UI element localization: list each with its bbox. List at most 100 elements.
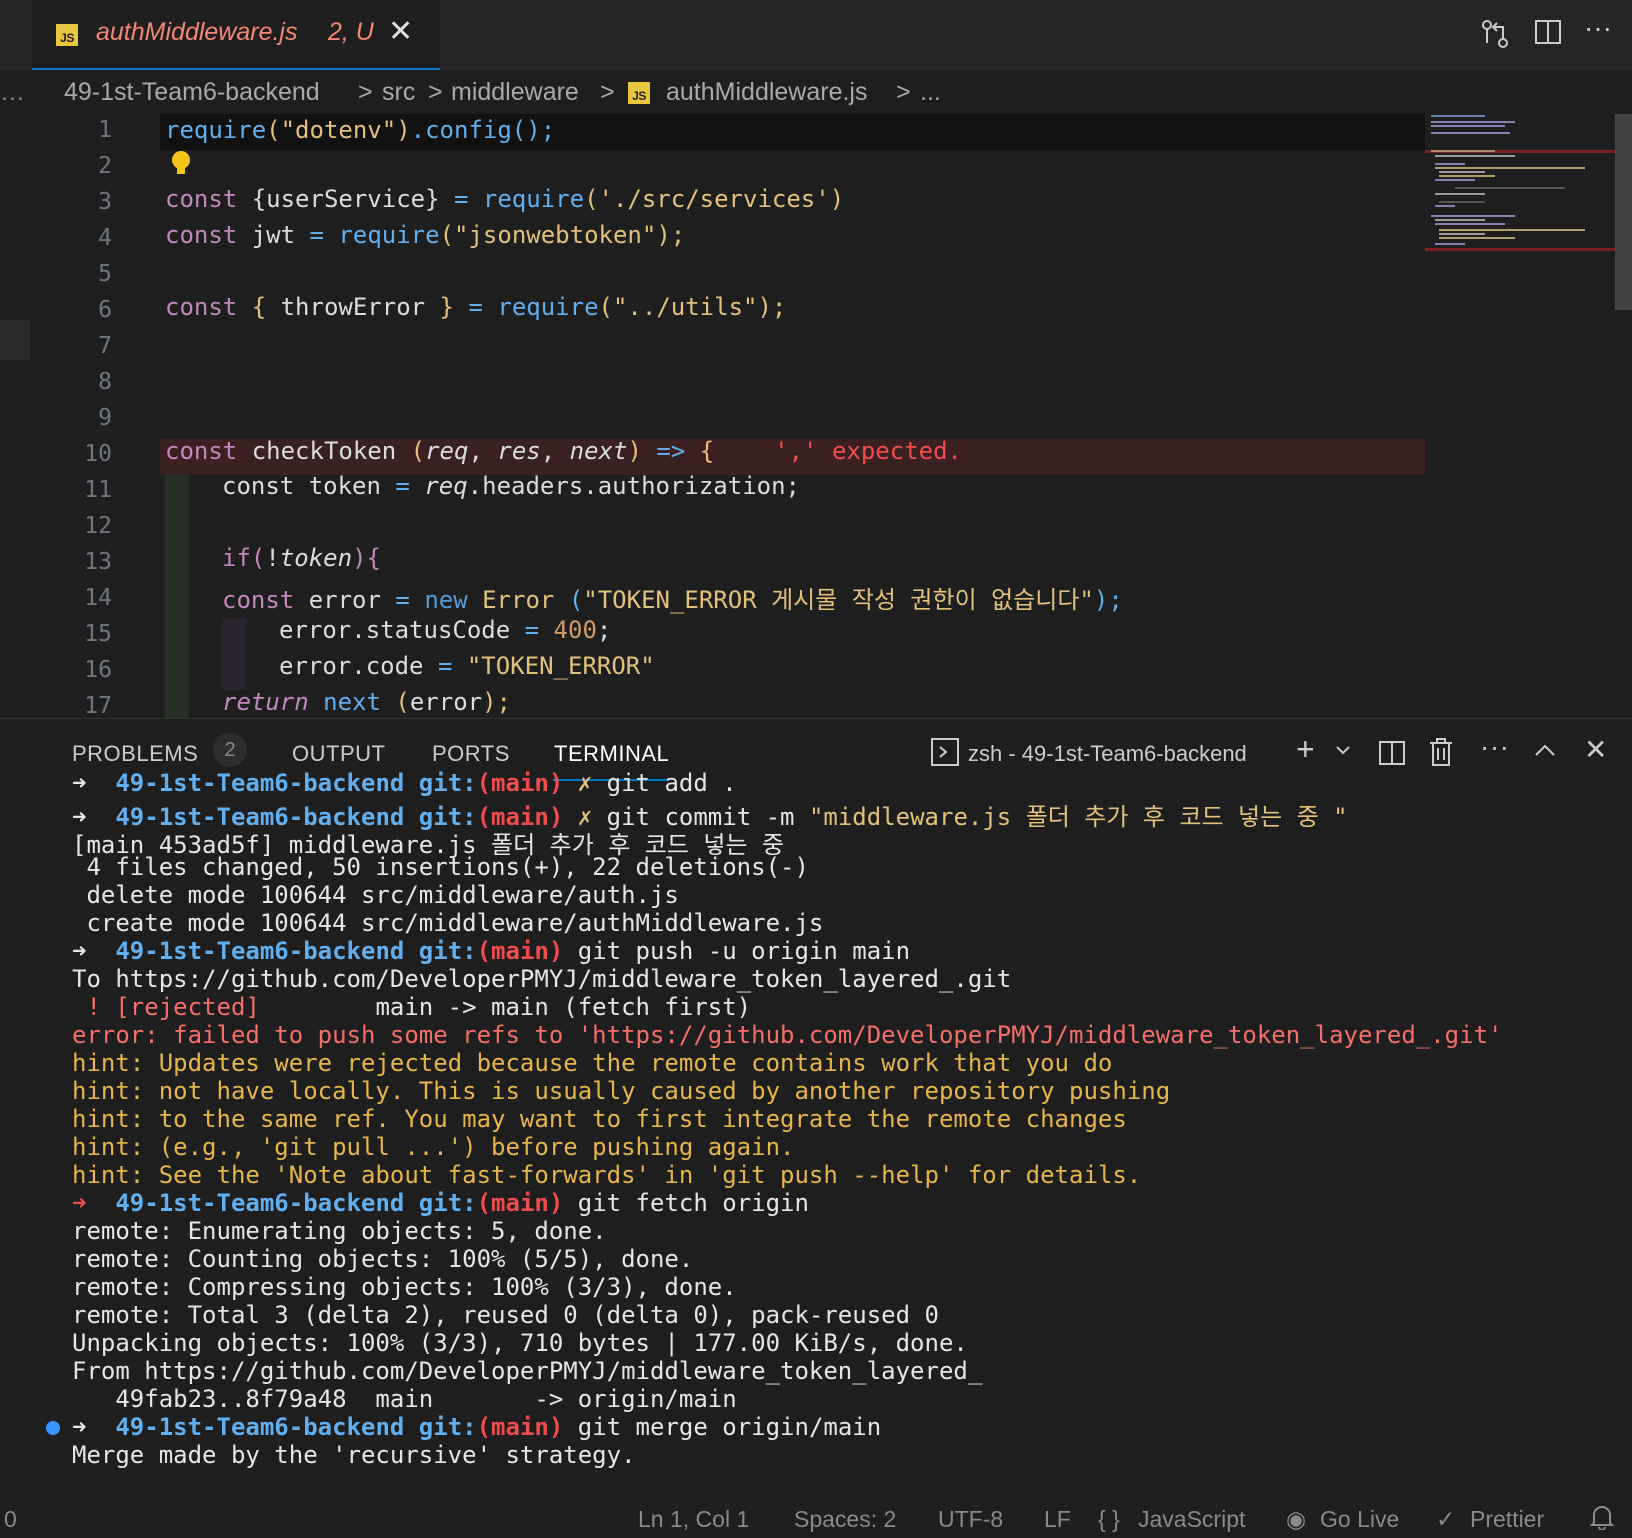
code-line-1: require("dotenv").config(); — [165, 116, 555, 144]
prompt-git: git: — [418, 1413, 477, 1441]
code-editor[interactable]: 1 2 3 4 5 6 7 8 9 10 11 12 13 14 15 16 1… — [0, 114, 1632, 718]
lightbulb-icon[interactable] — [170, 150, 192, 185]
javascript-file-icon: JS — [56, 24, 78, 46]
prompt-git: git: — [418, 937, 477, 965]
status-eol[interactable]: LF — [1044, 1506, 1071, 1533]
code-token: = — [380, 472, 425, 500]
code-token: { — [251, 293, 281, 321]
terminal-line: ➜ 49-1st-Team6-backend git:(main) git fe… — [72, 1189, 809, 1217]
code-token: { — [699, 437, 715, 465]
source-control-compare-icon[interactable] — [1480, 18, 1510, 57]
code-line-17: return next (error); — [222, 688, 511, 716]
code-token: "TOKEN_ERROR 게시물 작성 권한이 없습니다" — [583, 586, 1094, 614]
line-number: 3 — [98, 189, 112, 215]
braces-icon: { } — [1098, 1506, 1120, 1532]
code-token: = — [454, 293, 498, 321]
code-token: new — [424, 586, 483, 614]
bottom-panel: PROBLEMS 2 OUTPUT PORTS TERMINAL zsh - 4… — [0, 718, 1632, 1501]
tab-terminal[interactable]: TERMINAL — [554, 741, 669, 767]
more-actions-icon[interactable]: ··· — [1480, 731, 1509, 763]
line-number: 13 — [84, 549, 112, 575]
code-token: error — [308, 586, 381, 614]
bell-icon[interactable] — [1589, 1504, 1615, 1536]
terminal-hint: hint: Updates were rejected because the … — [72, 1049, 1113, 1077]
code-token: } — [425, 293, 455, 321]
code-token: ); — [1093, 586, 1123, 614]
terminal-command: git push -u origin main — [577, 937, 911, 965]
breadcrumb-root[interactable]: 49-1st-Team6-backend — [64, 78, 320, 107]
close-panel-icon[interactable]: ✕ — [1584, 733, 1608, 766]
status-ports-count[interactable]: 0 — [4, 1506, 17, 1533]
prompt-arrow: ➜ — [72, 769, 87, 797]
line-number: 17 — [84, 693, 112, 718]
prompt-git: git: — [418, 1189, 477, 1217]
terminal-command-string: "middleware.js 폴더 추가 후 코드 넣는 중 " — [808, 803, 1348, 831]
code-token: => — [656, 437, 700, 465]
terminal-output: remote: Counting objects: 100% (5/5), do… — [72, 1245, 694, 1273]
scrollbar[interactable] — [1615, 114, 1632, 310]
code-token: = — [380, 586, 425, 614]
line-number: 14 — [84, 585, 112, 611]
breadcrumb-file[interactable]: authMiddleware.js — [666, 78, 868, 107]
code-token: ( — [250, 544, 266, 572]
terminal-output: To https://github.com/DeveloperPMYJ/midd… — [72, 965, 1012, 993]
terminal-output: Unpacking objects: 100% (3/3), 710 bytes… — [72, 1329, 968, 1357]
more-actions-icon[interactable]: ··· — [1584, 12, 1612, 44]
breadcrumb-more[interactable]: ... — [920, 78, 941, 107]
broadcast-icon: ◉ — [1286, 1506, 1307, 1532]
breadcrumb-middleware[interactable]: middleware — [451, 78, 579, 107]
terminal-output: create mode 100644 src/middleware/authMi… — [72, 909, 824, 937]
code-token: const — [165, 221, 252, 249]
status-go-live[interactable]: Go Live — [1320, 1506, 1399, 1533]
terminal-command: git fetch origin — [577, 1189, 809, 1217]
indent-guide — [165, 475, 189, 718]
code-token: throwError — [280, 293, 426, 321]
chevron-down-icon[interactable] — [1334, 739, 1352, 765]
editor-tab-authmiddleware[interactable]: JS authMiddleware.js 2, U ✕ — [32, 0, 440, 70]
maximize-panel-icon[interactable] — [1534, 739, 1556, 765]
code-line-4: const jwt = require("jsonwebtoken"); — [165, 221, 685, 249]
prompt-branch: (main) — [476, 1413, 564, 1441]
prompt-dir: 49-1st-Team6-backend — [115, 937, 405, 965]
line-number: 4 — [98, 225, 112, 251]
prompt-dir: 49-1st-Team6-backend — [115, 1413, 405, 1441]
gutter-marker — [0, 320, 30, 360]
code-token: const — [222, 586, 309, 614]
close-icon[interactable]: ✕ — [388, 14, 413, 49]
terminal-output: remote: Total 3 (delta 2), reused 0 (del… — [72, 1301, 939, 1329]
code-token: return — [222, 688, 324, 716]
tab-output[interactable]: OUTPUT — [292, 741, 385, 767]
terminal-shell-label[interactable]: zsh - 49-1st-Team6-backend — [968, 741, 1247, 767]
code-line-14: const error = new Error ("TOKEN_ERROR 게시… — [222, 580, 1123, 615]
breadcrumb: … 49-1st-Team6-backend > src > middlewar… — [0, 70, 1632, 114]
code-token: ){ — [352, 544, 381, 572]
code-token: req — [424, 472, 468, 500]
status-prettier[interactable]: Prettier — [1470, 1506, 1544, 1533]
code-line-16: error.code = "TOKEN_ERROR" — [279, 652, 655, 680]
code-token: , — [468, 437, 498, 465]
breadcrumb-separator: > — [428, 78, 443, 106]
breadcrumb-overflow-icon[interactable]: … — [0, 78, 25, 107]
split-terminal-icon[interactable] — [1378, 739, 1406, 773]
breadcrumb-separator: > — [600, 78, 615, 106]
line-number: 1 — [98, 117, 112, 143]
code-line-10: const checkToken (req, res, next) => {',… — [165, 437, 962, 465]
prompt-dir: 49-1st-Team6-backend — [115, 769, 405, 797]
code-line-3: const {userService} = require('./src/ser… — [165, 185, 844, 213]
tab-ports[interactable]: PORTS — [432, 741, 510, 767]
status-cursor-position[interactable]: Ln 1, Col 1 — [638, 1506, 749, 1533]
split-editor-icon[interactable] — [1534, 18, 1562, 53]
minimap[interactable] — [1425, 114, 1615, 714]
line-number: 12 — [84, 513, 112, 539]
breadcrumb-separator: > — [358, 78, 373, 106]
status-encoding[interactable]: UTF-8 — [938, 1506, 1003, 1533]
command-decoration-icon[interactable] — [46, 1421, 60, 1435]
status-indentation[interactable]: Spaces: 2 — [794, 1506, 896, 1533]
trash-icon[interactable] — [1428, 737, 1454, 773]
breadcrumb-src[interactable]: src — [382, 78, 415, 107]
prompt-git: git: — [418, 769, 477, 797]
code-token: , — [540, 437, 570, 465]
new-terminal-icon[interactable]: + — [1296, 731, 1315, 768]
tab-problems[interactable]: PROBLEMS — [72, 741, 198, 767]
status-language[interactable]: JavaScript — [1138, 1506, 1245, 1533]
